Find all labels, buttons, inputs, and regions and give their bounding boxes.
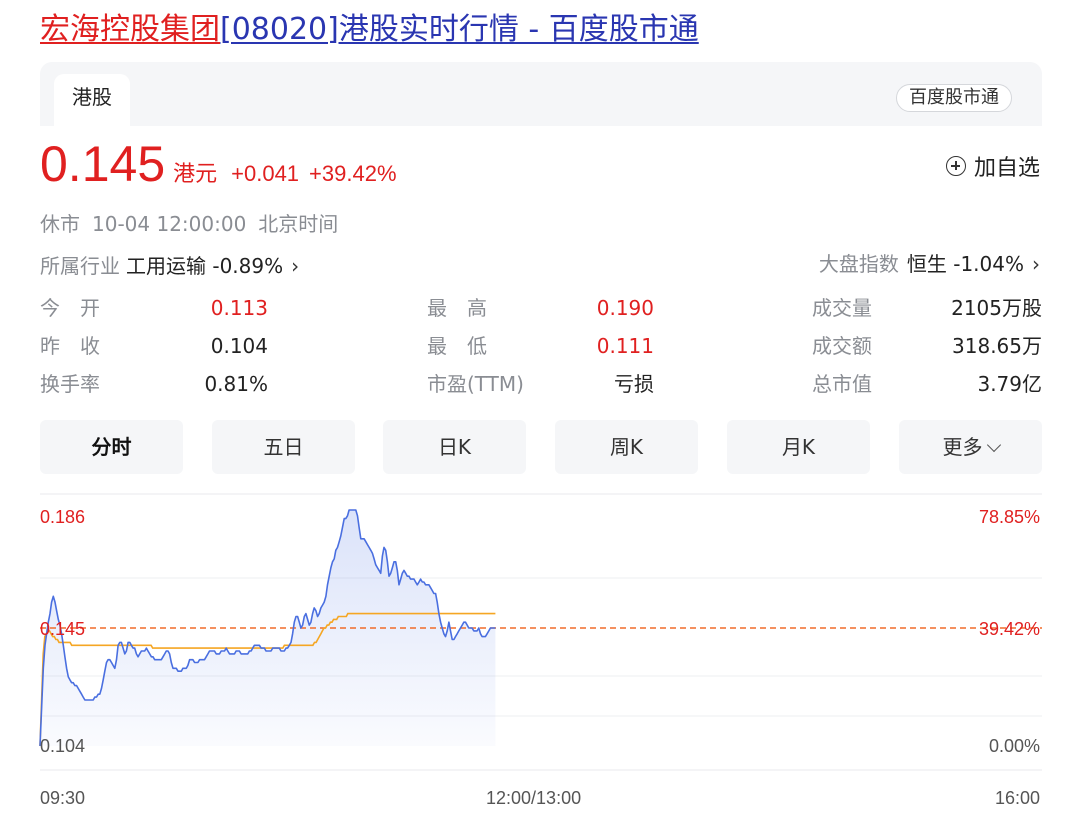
- stat-value: 0.81%: [204, 372, 268, 396]
- price-change-percent: +39.42%: [309, 161, 397, 186]
- market-index-label: 大盘指数: [818, 252, 899, 276]
- price-area: [40, 510, 496, 746]
- x-label-close: 16:00: [994, 788, 1040, 808]
- stat-value: 亏损: [614, 372, 654, 396]
- stat-value: 3.79亿: [977, 372, 1042, 396]
- market-status: 休市 10-04 12:00:00 北京时间: [40, 208, 350, 237]
- y-right-top: 78.85%: [978, 507, 1040, 527]
- period-tabs: 分时 五日 日K 周K 月K 更多: [40, 420, 1042, 474]
- stat-value: 0.113: [210, 296, 268, 320]
- stat-label: 今 开: [40, 296, 100, 320]
- tab-more-label: 更多: [942, 435, 983, 459]
- market-tab-bar: 港股 百度股市通: [40, 62, 1042, 126]
- tab-hk-stocks[interactable]: 港股: [54, 74, 130, 126]
- intraday-chart-svg: [39, 493, 1042, 771]
- market-index-name: 恒生: [906, 252, 947, 276]
- industry-label: 所属行业: [40, 254, 120, 278]
- intraday-chart[interactable]: 0.186 0.145 0.104 78.85% 39.42% 0.00% 09…: [0, 490, 1080, 823]
- tab-more[interactable]: 更多: [899, 420, 1042, 474]
- industry-change: -0.89%: [212, 254, 284, 278]
- stat-label: 成交量: [812, 296, 872, 320]
- x-label-open: 09:30: [40, 788, 86, 808]
- add-watchlist-label: 加自选: [973, 156, 1040, 181]
- y-right-bottom: 0.00%: [988, 736, 1040, 756]
- y-left-top: 0.186: [40, 507, 86, 527]
- y-left-bottom: 0.104: [40, 736, 86, 756]
- tab-five-day[interactable]: 五日: [212, 420, 355, 474]
- add-watchlist-button[interactable]: 加自选: [945, 150, 1040, 182]
- time-zone: 北京时间: [258, 212, 339, 236]
- quote-time: 10-04 12:00:00: [92, 212, 247, 236]
- market-index-change: -1.04%: [953, 252, 1024, 276]
- market-index-link[interactable]: 大盘指数 恒生 -1.04% ›: [819, 248, 1040, 277]
- baidu-stock-badge[interactable]: 百度股市通: [896, 84, 1012, 112]
- stat-value: 0.190: [596, 296, 654, 320]
- stat-value: 0.111: [596, 334, 654, 358]
- stat-label: 成交额: [812, 334, 872, 358]
- price-change: +0.041: [231, 161, 300, 186]
- y-right-mid: 39.42%: [978, 619, 1040, 639]
- stat-label: 换手率: [40, 372, 100, 396]
- quote-row: 0.145 港元 +0.041 +39.42%: [40, 136, 397, 192]
- plus-circle-icon: [945, 156, 966, 176]
- page-title-link[interactable]: [08020]港股实时行情 - 百度股市通: [220, 12, 699, 47]
- industry-link[interactable]: 所属行业 工用运输 -0.89% ›: [40, 250, 299, 279]
- stat-value: 318.65万: [952, 334, 1042, 358]
- tab-weekly-k[interactable]: 周K: [555, 420, 698, 474]
- chevron-right-icon: ›: [291, 254, 300, 278]
- stat-value: 0.104: [210, 334, 268, 358]
- current-price: 0.145: [40, 136, 166, 192]
- stock-name-link[interactable]: 宏海控股集团: [40, 12, 220, 47]
- stat-label: 总市值: [812, 372, 872, 396]
- tab-monthly-k[interactable]: 月K: [727, 420, 870, 474]
- stat-label: 最 高: [427, 296, 487, 320]
- industry-name: 工用运输: [126, 254, 206, 278]
- stat-label: 最 低: [427, 334, 487, 358]
- y-left-mid: 0.145: [40, 619, 86, 639]
- stat-value: 2105万股: [951, 296, 1042, 320]
- tab-intraday[interactable]: 分时: [40, 420, 183, 474]
- quote-stats: 今 开 0.113 最 高 0.190 成交量 2105万股 昨 收 0.104…: [40, 290, 1042, 410]
- x-label-midday: 12:00/13:00: [486, 788, 582, 808]
- chevron-right-icon: ›: [1032, 252, 1040, 276]
- tab-daily-k[interactable]: 日K: [383, 420, 526, 474]
- page-title[interactable]: 宏海控股集团[08020]港股实时行情 - 百度股市通: [40, 10, 699, 50]
- market-state: 休市: [40, 212, 80, 236]
- currency-label: 港元: [173, 162, 218, 187]
- stat-label: 市盈(TTM): [427, 372, 524, 396]
- stat-label: 昨 收: [40, 334, 100, 358]
- chevron-down-icon: [986, 437, 1001, 453]
